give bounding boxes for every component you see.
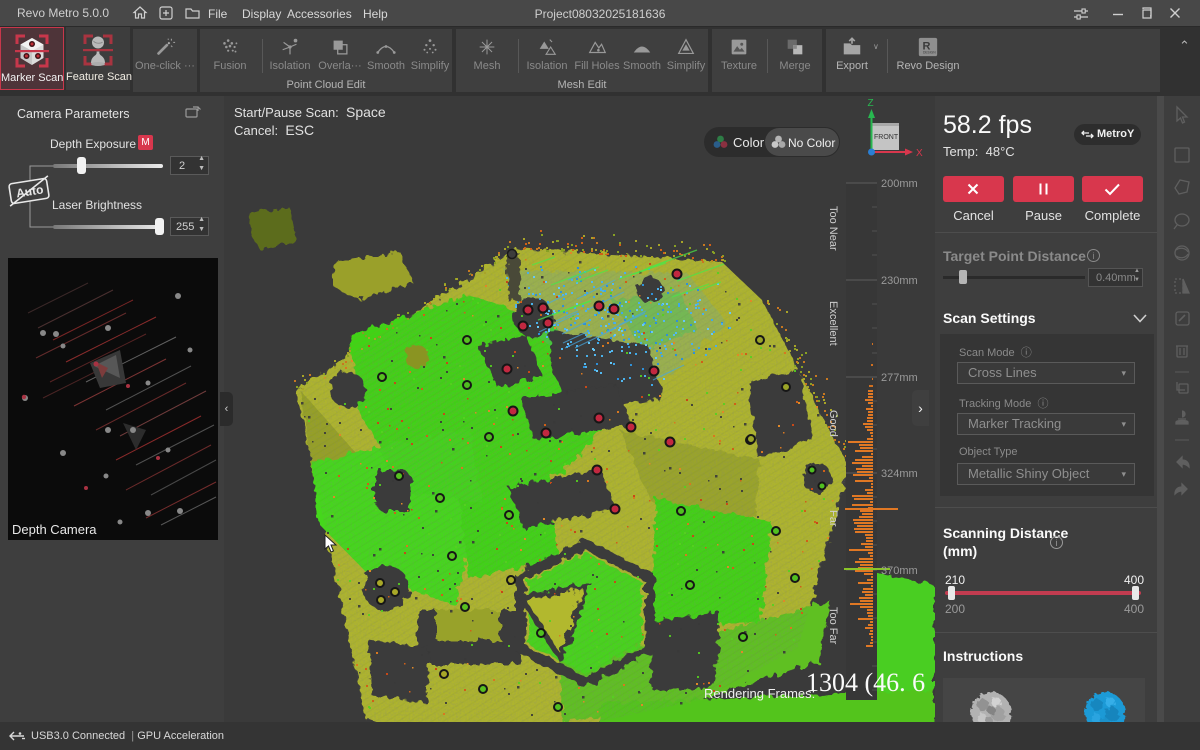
svg-text:230mm: 230mm [881,275,918,287]
svg-text:200mm: 200mm [881,178,918,190]
svg-text:370mm: 370mm [881,565,918,577]
svg-text:324mm: 324mm [881,468,918,480]
svg-text:Z: Z [868,98,874,109]
svg-text:FRONT: FRONT [874,134,899,141]
svg-text:Depth Camera: Depth Camera [12,522,97,537]
svg-text:277mm: 277mm [881,372,918,384]
svg-text:X: X [916,148,923,158]
svg-text:DESIGN: DESIGN [923,50,936,54]
